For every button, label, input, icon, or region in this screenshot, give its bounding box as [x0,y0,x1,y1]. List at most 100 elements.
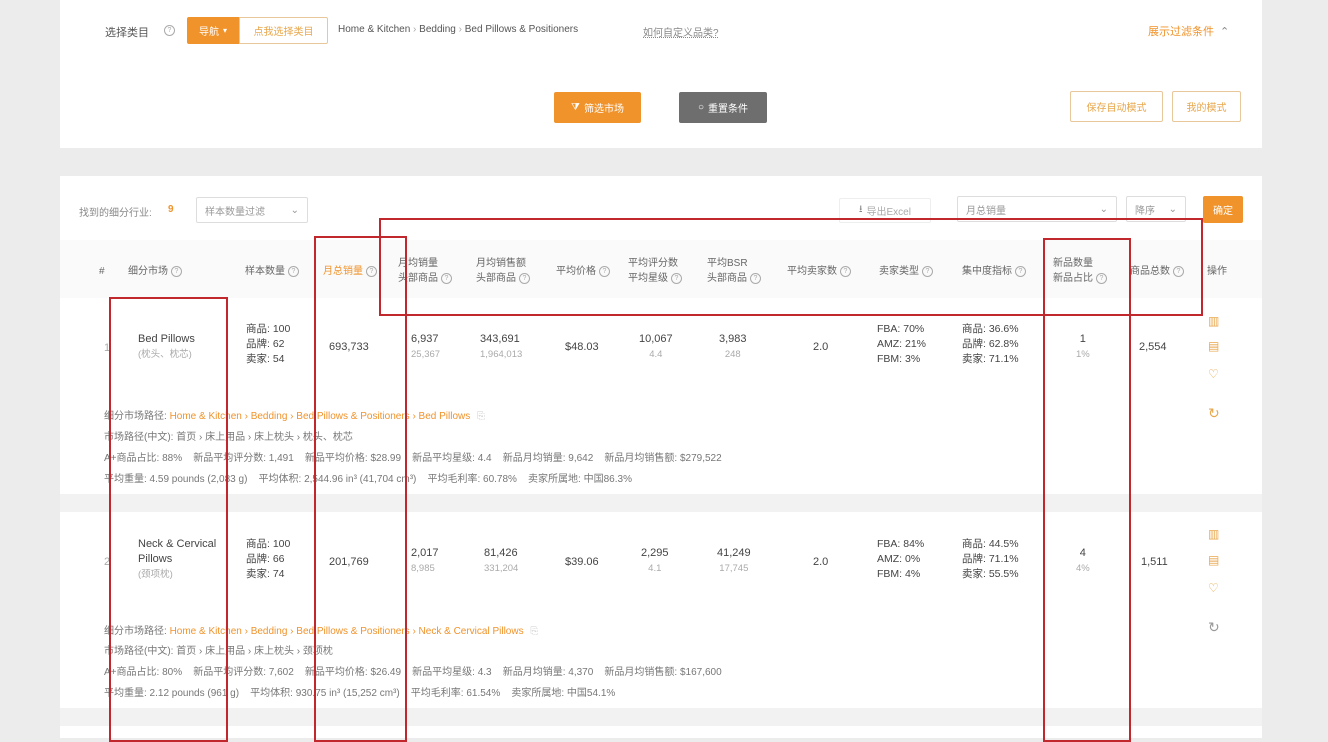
col-avg-sales[interactable]: 月均销量 头部商品? [398,256,452,286]
market-path-cn: 市场路径(中文): 首页 › 床上用品 › 床上枕头 › 枕头、枕芯 [104,432,353,443]
chevron-down-icon: ⌄ [1168,203,1177,215]
market-name-cn: (枕头、枕芯) [138,349,192,360]
chevron-down-icon: ▾ [222,26,227,35]
stats-line: A+商品占比: 80% 新品平均评分数: 7,602 新品平均价格: $26.4… [104,667,722,678]
help-icon: ? [1015,265,1026,277]
avg-bsr-cell: 41,249 17,745 [717,547,751,574]
avg-bsr-cell: 3,983 248 [719,333,747,360]
help-icon: ? [840,265,851,277]
col-concentration[interactable]: 集中度指标? [962,264,1026,279]
reset-button[interactable]: ○ 重置条件 [679,92,767,123]
chevron-down-icon: ⌄ [1099,203,1108,215]
row-separator [60,494,1262,512]
found-count: 9 [168,204,174,215]
sort-field-select[interactable]: 月总销量 ⌄ [957,196,1117,222]
nav-button[interactable]: 导航 ▾ [187,17,239,44]
help-icon: ? [599,265,610,277]
market-path: 细分市场路径: Home & Kitchen › Bedding › Bed P… [104,626,539,637]
market-path-cn: 市场路径(中文): 首页 › 床上用品 › 床上枕头 › 颈项枕 [104,646,333,657]
col-avg-price[interactable]: 平均价格? [556,264,610,279]
col-sample[interactable]: 样本数量? [245,264,299,279]
my-mode-button[interactable]: 我的模式 [1172,91,1241,122]
col-new-count[interactable]: 新品数量 新品占比? [1053,256,1107,286]
seller-type-cell: FBA: 84% AMZ: 0% FBM: 4% [877,538,925,580]
stats-line: 平均重量: 2.12 pounds (961 g) 平均体积: 930.75 i… [104,688,616,699]
col-product-total[interactable]: 商品总数? [1130,264,1184,279]
document-icon[interactable]: ▤ [1208,553,1219,567]
filter-market-button[interactable]: ⧩ 筛选市场 [554,92,641,123]
avg-price: $39.06 [565,556,599,568]
product-total: 2,554 [1139,341,1167,353]
help-icon: ? [1096,272,1107,284]
found-label: 找到的细分行业: [79,208,152,219]
copy-icon[interactable]: ⎘ [477,411,485,422]
seller-type-cell: FBA: 70% AMZ: 21% FBM: 3% [877,323,927,365]
export-excel-button[interactable]: ⭳ 导出Excel [839,198,931,223]
market-path-link[interactable]: Home & Kitchen › Bedding › Bed Pillows &… [170,626,524,637]
save-mode-button[interactable]: 保存自动模式 [1070,91,1163,122]
breadcrumb-item[interactable]: Bed Pillows & Positioners [465,24,578,35]
download-icon: ⭳ [859,204,863,215]
document-icon[interactable]: ▤ [1208,339,1219,353]
market-path: 细分市场路径: Home & Kitchen › Bedding › Bed P… [104,411,486,422]
heart-icon[interactable]: ♡ [1208,367,1219,381]
market-name-cell[interactable]: Neck & Cervical Pillows (颈项枕) [138,537,228,582]
avg-sellers: 2.0 [813,556,829,568]
avg-sales-cell: 6,937 25,367 [411,333,441,360]
market-name[interactable]: Neck & Cervical Pillows [138,538,216,565]
help-icon: ? [1173,265,1184,277]
row-separator [60,708,1262,726]
help-icon: ? [671,272,682,284]
custom-category-link[interactable]: 如何自定义品类? [643,24,719,39]
avg-revenue-cell: 343,691 1,964,013 [480,333,523,360]
col-seller-type[interactable]: 卖家类型? [879,264,933,279]
col-idx: # [99,266,105,277]
col-avg-bsr[interactable]: 平均BSR 头部商品? [707,256,761,286]
concentration-cell: 商品: 44.5% 品牌: 71.1% 卖家: 55.5% [962,538,1019,580]
chart-icon[interactable]: ▥ [1208,527,1219,541]
breadcrumb-item[interactable]: Bedding [419,24,456,35]
avg-rating-cell: 10,067 4.4 [639,333,673,360]
avg-sellers: 2.0 [813,341,829,353]
col-market[interactable]: 细分市场? [128,264,182,279]
help-icon[interactable]: ? [164,25,175,36]
avg-rating-cell: 2,295 4.1 [641,547,669,574]
help-icon: ? [171,265,182,277]
stats-line: A+商品占比: 88% 新品平均评分数: 1,491 新品平均价格: $28.9… [104,453,722,464]
market-name-cell[interactable]: Bed Pillows (枕头、枕芯) [138,332,195,362]
help-icon: ? [922,265,933,277]
col-avg-sellers[interactable]: 平均卖家数? [787,264,851,279]
refresh-icon: ○ [697,102,705,113]
help-icon: ? [519,272,530,284]
refresh-icon[interactable]: ↻ [1208,405,1220,422]
monthly-sales: 201,769 [329,556,369,568]
chart-icon[interactable]: ▥ [1208,314,1219,328]
row-index: 2 [104,556,111,568]
col-monthly-sales[interactable]: 月总销量? [323,264,377,279]
filter-card: 选择类目 ? 导航 ▾ 点我选择类目 Home & Kitchen › Beddi… [60,0,1262,148]
sort-order-select[interactable]: 降序 ⌄ [1126,196,1186,222]
new-count-cell: 1 1% [1076,333,1090,360]
copy-icon[interactable]: ⎘ [530,626,538,637]
help-icon: ? [441,272,452,284]
refresh-icon[interactable]: ↻ [1208,619,1220,636]
sample-cell: 商品: 100 品牌: 62 卖家: 54 [246,323,291,365]
market-name-cn: (颈项枕) [138,569,173,580]
new-count-cell: 4 4% [1076,547,1090,574]
market-path-link[interactable]: Home & Kitchen › Bedding › Bed Pillows &… [170,411,471,422]
category-label: 选择类目 [105,27,149,39]
help-icon: ? [366,265,377,277]
expand-filters-toggle[interactable]: 展示过滤条件 ⌃ [1148,23,1229,39]
avg-price: $48.03 [565,341,599,353]
sample-filter-select[interactable]: 样本数量过滤 ⌄ [196,197,308,223]
col-avg-revenue[interactable]: 月均销售额 头部商品? [476,256,530,286]
market-name[interactable]: Bed Pillows [138,333,195,345]
col-avg-rating[interactable]: 平均评分数 平均星级? [628,256,682,286]
row-index: 1 [104,342,111,354]
help-icon: ? [750,272,761,284]
select-category-button[interactable]: 点我选择类目 [239,17,328,44]
confirm-button[interactable]: 确定 [1203,196,1243,223]
heart-icon[interactable]: ♡ [1208,581,1219,595]
breadcrumb-item[interactable]: Home & Kitchen [338,24,410,35]
avg-revenue-cell: 81,426 331,204 [484,547,519,574]
